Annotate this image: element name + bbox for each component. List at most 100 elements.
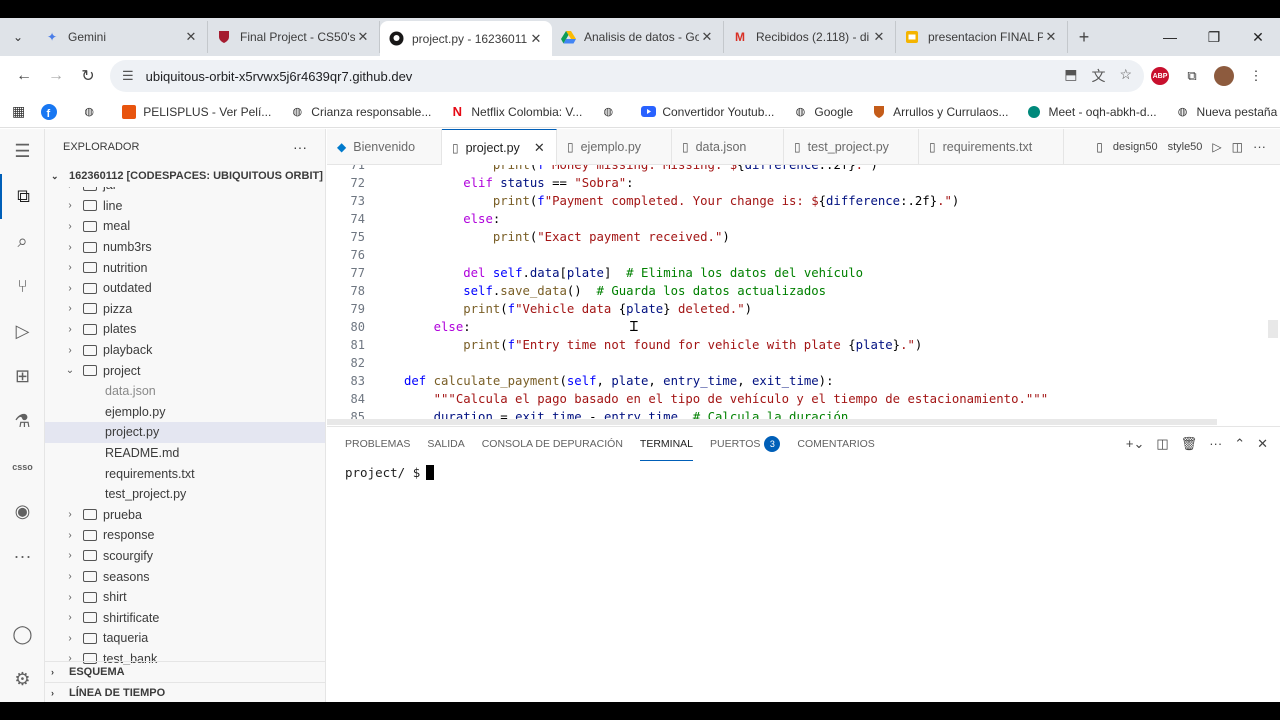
tree-file[interactable]: README.md (45, 443, 325, 464)
tree-folder[interactable]: › plates (45, 319, 325, 340)
tab-comments[interactable]: COMENTARIOS (797, 427, 874, 461)
tree-folder[interactable]: › seasons (45, 566, 325, 587)
outline-section[interactable]: › ESQUEMA (45, 661, 325, 682)
close-icon[interactable]: ✕ (534, 140, 545, 156)
maximize-panel-icon[interactable]: ⌃ (1234, 436, 1245, 452)
more-actions-icon[interactable]: ··· (293, 139, 307, 155)
bookmark-item[interactable]: ◍ Google (792, 104, 854, 120)
browser-tab[interactable]: Analisis de datos - Go ✕ (552, 21, 724, 53)
url-bar[interactable]: ☰ ubiquitous-orbit-x5rvwx5j6r4639qr7.git… (110, 60, 1144, 92)
forward-icon[interactable]: → (40, 60, 72, 92)
apps-grid-icon[interactable]: ▦ (12, 103, 25, 120)
tree-file[interactable]: test_project.py (45, 484, 325, 505)
tab-terminal[interactable]: TERMINAL (639, 427, 694, 461)
tree-folder[interactable]: ⌄ project (45, 360, 325, 381)
timeline-section[interactable]: › LÍNEA DE TIEMPO (45, 682, 325, 702)
tree-file[interactable]: project.py (45, 422, 325, 443)
bookmark-item[interactable]: PELISPLUS - Ver Pelí... (121, 104, 271, 120)
editor-tab-requirements-txt[interactable]: ▯ requirements.txt (919, 129, 1064, 165)
tree-folder[interactable]: › line (45, 196, 325, 217)
tree-folder[interactable]: › shirtificate (45, 607, 325, 628)
reload-icon[interactable]: ↻ (72, 60, 104, 92)
tab-search-icon[interactable]: ⌄ (0, 18, 36, 56)
tab-debug-console[interactable]: CONSOLA DE DEPURACIÓN (482, 427, 623, 461)
menu-icon[interactable]: ☰ (0, 129, 45, 174)
bookmark-item[interactable]: ◍ (81, 104, 103, 120)
bookmark-item[interactable]: f (41, 103, 63, 120)
workspace-root[interactable]: ⌄ 162360112 [CODESPACES: UBIQUITOUS ORBI… (45, 165, 325, 187)
translate-icon[interactable]: 文 (1091, 66, 1105, 86)
editor-tab-ejemplo-py[interactable]: ▯ ejemplo.py (557, 129, 672, 165)
chrome-menu-icon[interactable]: ⋮ (1240, 68, 1272, 84)
bookmark-item[interactable]: Convertidor Youtub... (640, 104, 774, 120)
close-window-icon[interactable]: ✕ (1236, 18, 1280, 56)
bookmark-item[interactable]: N Netflix Colombia: V... (449, 104, 583, 120)
explorer-icon[interactable]: ⧉ (0, 174, 45, 219)
bookmark-item[interactable]: Meet - oqh-abkh-d... (1026, 104, 1157, 120)
tree-folder[interactable]: › outdated (45, 278, 325, 299)
editor-tab-test-project-py[interactable]: ▯ test_project.py (784, 129, 919, 165)
split-editor-icon[interactable]: ◫ (1232, 140, 1243, 154)
close-tab-icon[interactable]: ✕ (699, 29, 715, 45)
tree-folder[interactable]: › nutrition (45, 257, 325, 278)
account-icon[interactable]: ◯ (0, 612, 45, 657)
github-icon[interactable]: ◉ (0, 489, 45, 534)
tree-folder[interactable]: › response (45, 525, 325, 546)
close-tab-icon[interactable]: ✕ (1043, 29, 1059, 45)
site-info-icon[interactable]: ☰ (122, 68, 134, 84)
tree-folder[interactable]: › jar (45, 187, 325, 196)
code-editor[interactable]: 71 print(f"Money missing. Missing: ${dif… (327, 165, 1280, 425)
split-terminal-icon[interactable]: ◫ (1156, 436, 1168, 452)
tab-ports[interactable]: PUERTOS 3 (710, 427, 781, 461)
testing-icon[interactable]: ⚗ (0, 399, 45, 444)
close-tab-icon[interactable]: ✕ (183, 29, 199, 45)
tree-folder[interactable]: › taqueria (45, 628, 325, 649)
tab-problems[interactable]: PROBLEMAS (345, 427, 410, 461)
run-icon[interactable]: ▷ (1212, 140, 1221, 154)
csso-icon[interactable]: csso (0, 444, 45, 489)
trash-icon[interactable]: 🗑 (1181, 436, 1198, 452)
browser-tab[interactable]: Final Project - CS50's ✕ (208, 21, 380, 53)
tab-output[interactable]: SALIDA (427, 427, 464, 461)
horizontal-scrollbar[interactable] (327, 419, 1217, 425)
vertical-scrollbar-thumb[interactable] (1268, 320, 1278, 338)
tree-file[interactable]: ejemplo.py (45, 402, 325, 423)
tree-folder[interactable]: › shirt (45, 587, 325, 608)
browser-tab[interactable]: M Recibidos (2.118) - di ✕ (724, 21, 896, 53)
terminal[interactable]: project/ $ (327, 461, 1280, 484)
close-tab-icon[interactable]: ✕ (528, 31, 544, 47)
source-control-icon[interactable]: ⑂ (0, 264, 45, 309)
install-app-icon[interactable]: ⬒ (1064, 66, 1077, 86)
run-debug-icon[interactable]: ▷ (0, 309, 45, 354)
close-tab-icon[interactable]: ✕ (871, 29, 887, 45)
tree-folder[interactable]: › playback (45, 340, 325, 361)
tree-file[interactable]: requirements.txt (45, 463, 325, 484)
style50-button[interactable]: style50 (1168, 141, 1203, 153)
tree-folder[interactable]: › pizza (45, 299, 325, 320)
editor-tab-project-py[interactable]: ▯ project.py ✕ (442, 129, 557, 165)
design50-button[interactable]: design50 (1113, 141, 1158, 153)
tree-folder[interactable]: › scourgify (45, 546, 325, 567)
bookmark-item[interactable]: ◍ Crianza responsable... (289, 104, 431, 120)
extensions-icon[interactable]: ⧉ (1176, 68, 1208, 84)
editor-tab-data-json[interactable]: ▯ data.json (672, 129, 784, 165)
new-tab-button[interactable]: + (1068, 18, 1100, 56)
tree-folder[interactable]: › prueba (45, 505, 325, 526)
tree-folder[interactable]: › numb3rs (45, 237, 325, 258)
extensions-icon[interactable]: ⊞ (0, 354, 45, 399)
adblock-icon[interactable]: ABP (1144, 67, 1176, 85)
settings-gear-icon[interactable]: ⚙ (0, 657, 45, 702)
more-actions-icon[interactable]: ··· (1253, 139, 1266, 154)
tree-file[interactable]: data.json (45, 381, 325, 402)
editor-tab-bienvenido[interactable]: ◆ Bienvenido (327, 129, 442, 165)
more-icon[interactable]: ··· (0, 534, 45, 579)
more-actions-icon[interactable]: ··· (1209, 436, 1222, 452)
minimize-icon[interactable]: — (1148, 18, 1192, 56)
browser-tab[interactable]: ✦ Gemini ✕ (36, 21, 208, 53)
new-terminal-icon[interactable]: +⌄ (1126, 436, 1144, 452)
browser-tab[interactable]: presentacion FINAL P ✕ (896, 21, 1068, 53)
restore-icon[interactable]: ❐ (1192, 18, 1236, 56)
search-icon[interactable]: ⌕ (0, 219, 45, 264)
close-tab-icon[interactable]: ✕ (355, 29, 371, 45)
bookmark-item[interactable]: ◍ Nueva pestaña (1175, 104, 1278, 120)
